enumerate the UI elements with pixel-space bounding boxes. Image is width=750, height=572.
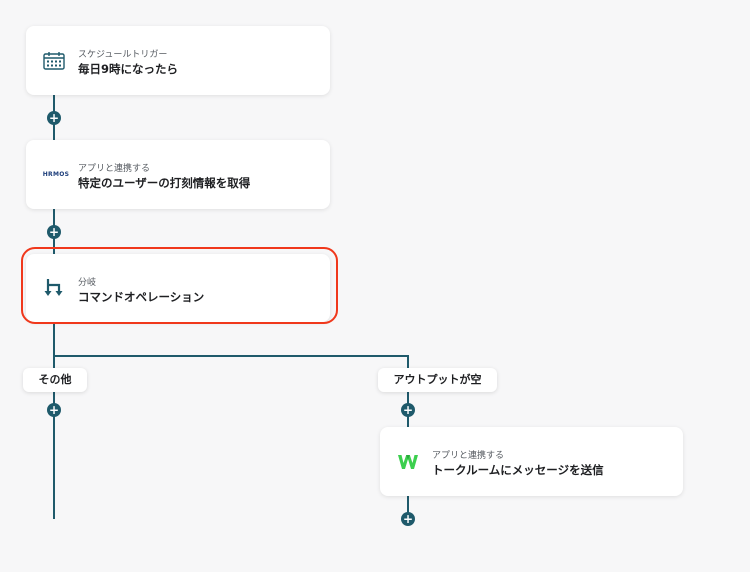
hrmos-logo-text: HRMOS bbox=[42, 171, 70, 178]
add-step-button[interactable]: + bbox=[401, 512, 415, 526]
node-subtitle: 分岐 bbox=[78, 278, 97, 288]
hrmos-node-card[interactable]: HRMOS アプリと連携する 特定のユーザーの打刻情報を取得 bbox=[26, 140, 330, 209]
branch-label-output-empty[interactable]: アウトプットが空 bbox=[378, 368, 497, 392]
node-title: トークルームにメッセージを送信 bbox=[432, 463, 604, 477]
calendar-icon bbox=[43, 50, 65, 72]
add-step-button[interactable]: + bbox=[47, 111, 61, 125]
node-title: 毎日9時になったら bbox=[78, 62, 179, 76]
branch-connector-line bbox=[53, 355, 408, 357]
node-title: コマンドオペレーション bbox=[78, 290, 205, 304]
w-logo-icon bbox=[397, 451, 419, 473]
node-subtitle: スケジュールトリガー bbox=[78, 50, 168, 60]
branch-label-other[interactable]: その他 bbox=[23, 368, 87, 392]
branch-icon bbox=[43, 277, 65, 299]
branch-node-card[interactable]: 分岐 コマンドオペレーション bbox=[26, 254, 330, 322]
node-title: 特定のユーザーの打刻情報を取得 bbox=[78, 176, 251, 190]
node-subtitle: アプリと連携する bbox=[432, 451, 505, 461]
connector-line bbox=[53, 322, 55, 519]
add-step-button[interactable]: + bbox=[47, 225, 61, 239]
trigger-node-card[interactable]: スケジュールトリガー 毎日9時になったら bbox=[26, 26, 330, 95]
flow-canvas: スケジュールトリガー 毎日9時になったら + HRMOS アプリと連携する 特定… bbox=[0, 0, 750, 572]
add-step-button[interactable]: + bbox=[47, 403, 61, 417]
node-subtitle: アプリと連携する bbox=[78, 164, 151, 174]
message-node-card[interactable]: アプリと連携する トークルームにメッセージを送信 bbox=[380, 427, 683, 496]
add-step-button[interactable]: + bbox=[401, 403, 415, 417]
hrmos-logo-icon: HRMOS bbox=[43, 164, 69, 186]
